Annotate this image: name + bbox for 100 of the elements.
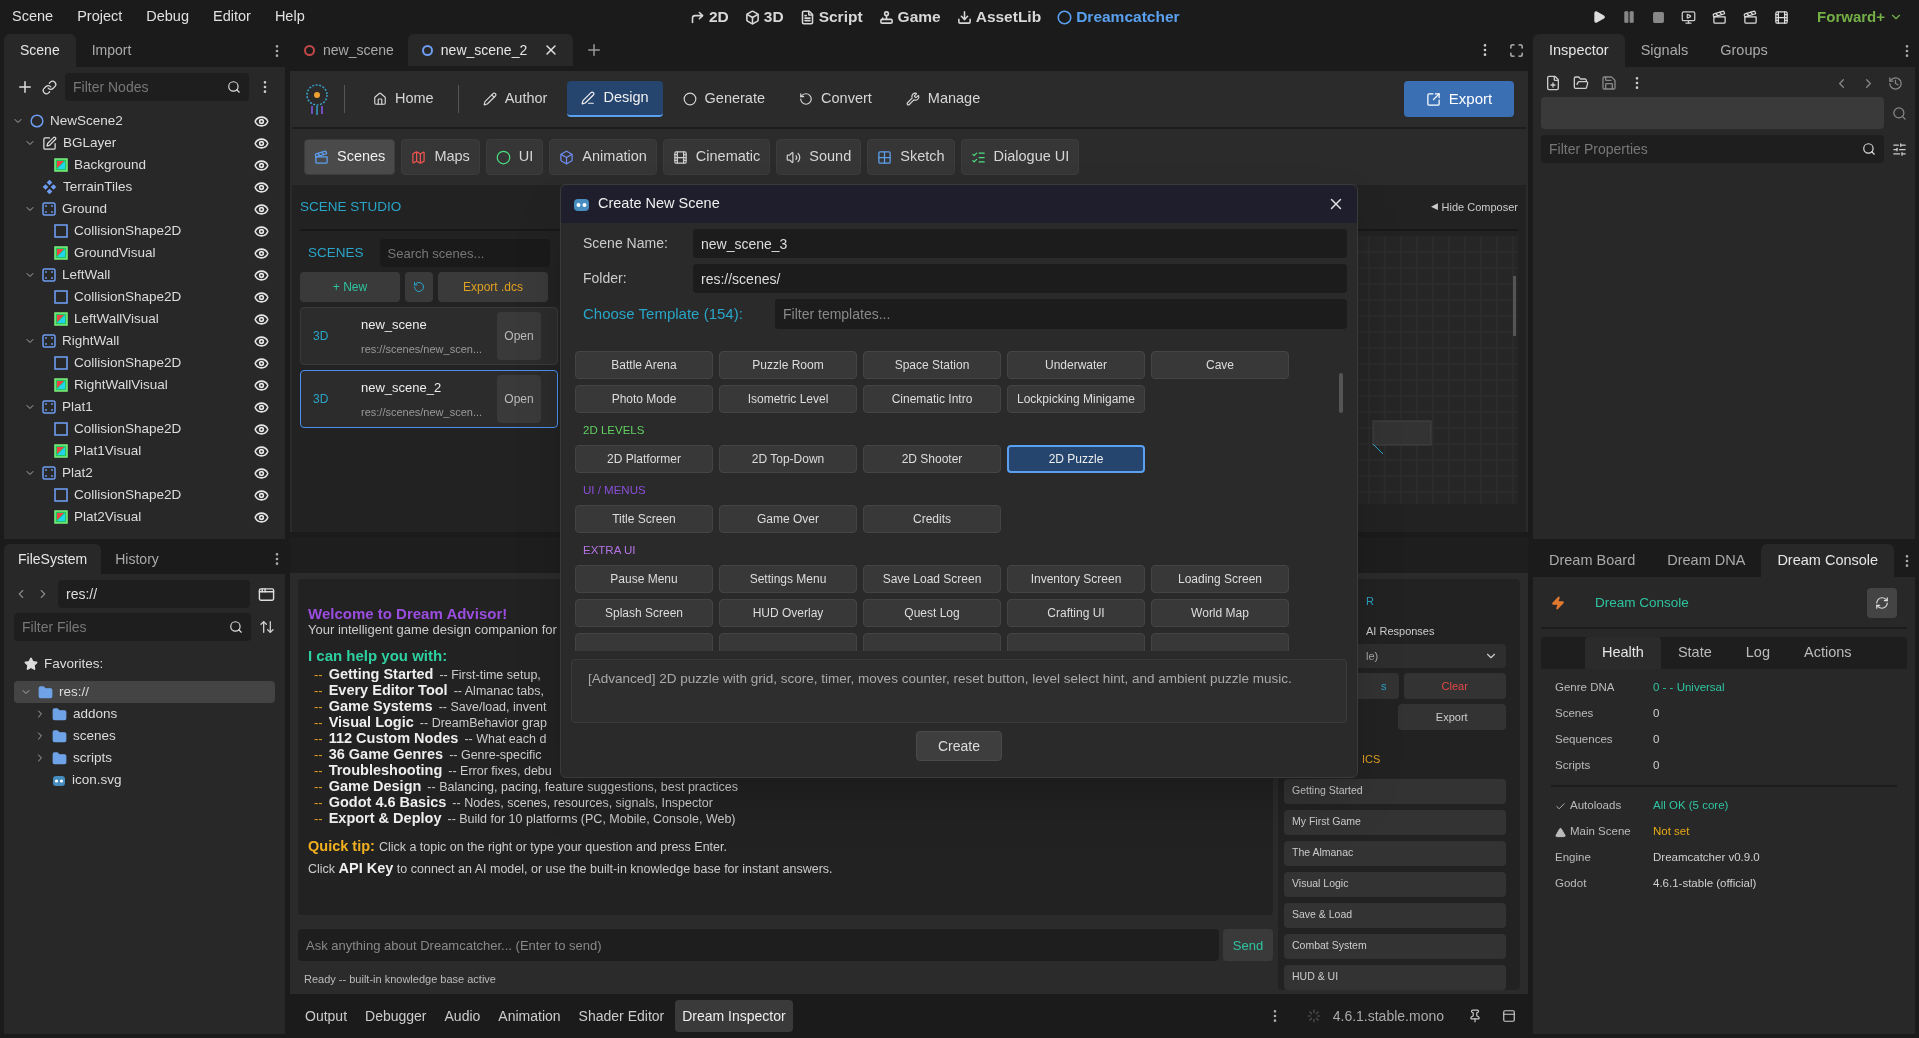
template-button[interactable]: Cave	[1151, 351, 1289, 379]
tab[interactable]: Scene	[4, 34, 76, 67]
tab[interactable]: Animation	[491, 1000, 568, 1033]
workspace-tab[interactable]: 3D	[744, 5, 784, 29]
export-dcs-button[interactable]: Export .dcs	[438, 272, 548, 303]
tab[interactable]: Log	[1728, 637, 1787, 669]
tree-item[interactable]: CollisionShape2D	[4, 352, 277, 374]
tool-button[interactable]: UI	[485, 139, 544, 176]
tool-button[interactable]: Sketch	[867, 139, 955, 176]
workspace-tab[interactable]: Game	[878, 5, 941, 29]
tree-item[interactable]: NewScene2	[4, 110, 277, 132]
template-button[interactable]: Battle Arena	[575, 351, 713, 379]
eye-icon[interactable]	[254, 399, 269, 415]
workspace-tab[interactable]: 2D	[690, 5, 729, 29]
template-button[interactable]: Splash Screen	[575, 599, 713, 627]
template-button[interactable]: Isometric Level	[719, 385, 857, 413]
pause-icon[interactable]	[1622, 10, 1637, 24]
tab[interactable]: Output	[298, 1000, 355, 1033]
template-button[interactable]: Inventory Screen	[1007, 565, 1145, 593]
nav-tab[interactable]: Manage	[891, 81, 995, 118]
template-button[interactable]: 2D Shooter	[863, 445, 1001, 473]
topic-button[interactable]: Getting Started	[1284, 778, 1506, 804]
new-button[interactable]: + New	[300, 272, 400, 303]
eye-icon[interactable]	[254, 333, 269, 349]
stop-icon[interactable]	[1652, 10, 1666, 24]
fullscreen-icon[interactable]	[1509, 42, 1524, 58]
tab[interactable]: Inspector	[1533, 34, 1625, 67]
topic-button[interactable]: Combat System	[1284, 933, 1506, 959]
pin-icon[interactable]	[1468, 1009, 1482, 1024]
template-button[interactable]: World Map	[1151, 599, 1289, 627]
nav-tab[interactable]: Design	[567, 81, 663, 118]
tab[interactable]: State	[1660, 637, 1729, 669]
eye-icon[interactable]	[254, 487, 269, 503]
eye-icon[interactable]	[254, 157, 269, 173]
eye-icon[interactable]	[254, 311, 269, 327]
tree-item[interactable]: Plat1	[4, 396, 277, 418]
template-button[interactable]: Lockpicking Minigame	[1007, 385, 1145, 413]
export-button[interactable]: Export	[1397, 704, 1506, 731]
tree-item[interactable]: Ground	[4, 198, 277, 220]
nav-tab[interactable]: Author	[468, 81, 562, 118]
eye-icon[interactable]	[254, 245, 269, 261]
eye-icon[interactable]	[254, 267, 269, 283]
tab[interactable]: Debugger	[358, 1000, 434, 1033]
template-button[interactable]: Underwater	[1007, 351, 1145, 379]
menu-item[interactable]: Scene	[8, 6, 58, 28]
file-item[interactable]: scripts	[14, 747, 275, 769]
link-icon[interactable]	[42, 79, 57, 95]
tool-button[interactable]: Animation	[549, 139, 657, 176]
template-filter-field[interactable]: Filter templates...	[775, 299, 1347, 329]
template-button[interactable]: Loading Screen	[1151, 565, 1289, 593]
tab[interactable]: Shader Editor	[571, 1000, 672, 1033]
sliders-icon[interactable]	[1892, 141, 1907, 157]
eye-icon[interactable]	[254, 179, 269, 195]
template-button[interactable]: 2D Puzzle	[1007, 445, 1145, 473]
workspace-tab[interactable]: Dreamcatcher	[1057, 5, 1180, 29]
eye-icon[interactable]	[254, 223, 269, 239]
eye-icon[interactable]	[254, 201, 269, 217]
scene-card[interactable]: 3D new_scene res://scenes/new_scen... Open	[300, 307, 558, 366]
refresh-button[interactable]	[405, 272, 433, 303]
template-button[interactable]: Quest Log	[863, 599, 1001, 627]
send-button[interactable]: Send	[1223, 929, 1273, 962]
template-button[interactable]: Crafting UI	[1007, 599, 1145, 627]
tree-item[interactable]: Background	[4, 154, 277, 176]
topic-button[interactable]: The Almanac	[1284, 840, 1506, 866]
chat-input[interactable]: Ask anything about Dreamcatcher... (Enter to send)	[298, 929, 1219, 962]
template-button[interactable]: Puzzle Room	[719, 351, 857, 379]
tool-button[interactable]: Dialogue UI	[960, 139, 1080, 176]
open-button[interactable]: Open	[497, 312, 541, 361]
eye-icon[interactable]	[254, 465, 269, 481]
history-icon[interactable]	[1888, 75, 1903, 91]
tab[interactable]: Import	[75, 34, 148, 67]
new-file-icon[interactable]	[1545, 75, 1561, 91]
menu-item[interactable]: Project	[73, 6, 127, 28]
filter-field[interactable]: Filter Files	[14, 613, 251, 641]
tab[interactable]: Dream DNA	[1651, 544, 1762, 577]
file-item[interactable]: scenes	[14, 725, 275, 747]
tree-item[interactable]: TerrainTiles	[4, 176, 277, 198]
folder-field[interactable]: res://scenes/	[693, 264, 1347, 293]
menu-item[interactable]: Help	[270, 6, 309, 28]
tool-button[interactable]: Maps	[401, 139, 480, 176]
template-button[interactable]: Game Over	[719, 505, 857, 533]
eye-icon[interactable]	[254, 135, 269, 151]
eye-icon[interactable]	[254, 421, 269, 437]
tree-item[interactable]: GroundVisual	[4, 242, 277, 264]
topic-button[interactable]: Save & Load	[1284, 902, 1506, 928]
doc-search-icon[interactable]	[1892, 105, 1907, 121]
template-button[interactable]: 2D Platformer	[575, 445, 713, 473]
template-button[interactable]: 2D Top-Down	[719, 445, 857, 473]
scene-tab[interactable]: new_scene_2	[407, 34, 574, 67]
open-button[interactable]: Open	[497, 375, 541, 424]
tree-item[interactable]: Plat2	[4, 462, 277, 484]
monitor-icon[interactable]	[1681, 9, 1697, 25]
file-item[interactable]: addons	[14, 703, 275, 725]
tree-item[interactable]: LeftWall	[4, 264, 277, 286]
eye-icon[interactable]	[254, 113, 269, 129]
menu-item[interactable]: Debug	[142, 6, 193, 28]
template-button[interactable]: Save Load Screen	[863, 565, 1001, 593]
tree-item[interactable]: LeftWallVisual	[4, 308, 277, 330]
file-item[interactable]: res://	[14, 681, 275, 703]
scene-card[interactable]: 3D new_scene_2 res://scenes/new_scen... Open	[300, 370, 558, 429]
